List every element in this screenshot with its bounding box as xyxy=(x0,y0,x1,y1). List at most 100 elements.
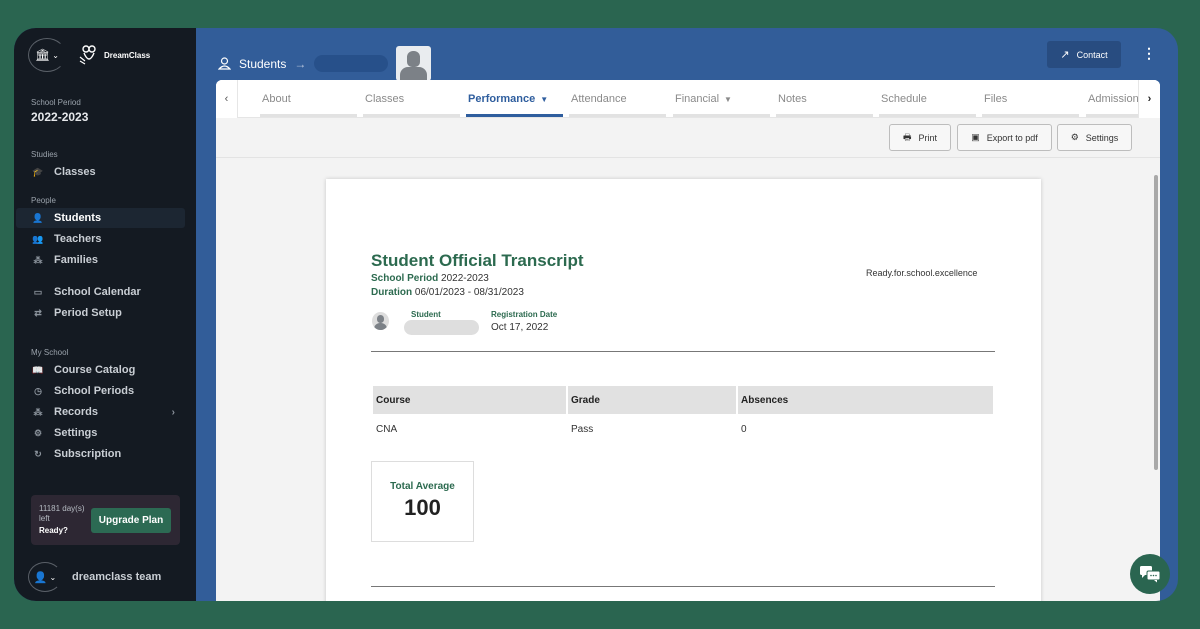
caret-down-icon: ▼ xyxy=(724,94,732,104)
scrollbar[interactable] xyxy=(1154,175,1158,470)
gear-icon: ⚙ xyxy=(1070,132,1079,142)
school-name: Ready.for.school.excellence xyxy=(866,268,978,278)
institution-icon: 🏛 xyxy=(35,48,51,62)
total-average-label: Total Average xyxy=(390,481,455,492)
book-icon: 📖 xyxy=(32,364,44,375)
calendar-icon: ▭ xyxy=(33,286,43,297)
student-avatar xyxy=(372,312,389,330)
chevron-left-icon: ‹ xyxy=(224,93,229,105)
student-name-redacted xyxy=(404,320,479,335)
tab-performance[interactable]: Performance ▼ xyxy=(466,80,563,118)
owl-logo-icon xyxy=(79,45,96,65)
tab-schedule[interactable]: Schedule xyxy=(879,80,976,118)
swap-icon: ⇄ xyxy=(34,307,42,318)
sidebar-item-families[interactable]: ⁂ Families xyxy=(16,250,185,270)
teacher-icon: 👥 xyxy=(32,233,44,244)
sidebar-item-records[interactable]: ⁂ Records › xyxy=(16,402,185,422)
tab-notes[interactable]: Notes xyxy=(776,80,873,118)
sidebar-item-period-setup[interactable]: ⇄ Period Setup xyxy=(16,303,185,323)
print-button[interactable]: 🖶 Print xyxy=(889,124,951,151)
sidebar: 🏛 ⌄ DreamClass School Period 2022-2023 S… xyxy=(14,28,196,601)
tab-financial[interactable]: Financial ▼ xyxy=(673,80,770,118)
cell-course: CNA xyxy=(376,423,398,435)
tab-bar: ‹ About Classes Performance ▼ Attendance … xyxy=(216,80,1160,118)
chat-bubbles-icon xyxy=(1140,566,1161,583)
registration-date-value: Oct 17, 2022 xyxy=(491,322,549,333)
clock-icon: ◷ xyxy=(34,385,42,396)
transcript-duration: Duration 06/01/2023 - 08/31/2023 xyxy=(371,287,524,298)
cell-absences: 0 xyxy=(741,423,747,435)
tabs-scroll-right[interactable]: › xyxy=(1138,80,1160,118)
upgrade-plan-button[interactable]: Upgrade Plan xyxy=(91,508,171,533)
sidebar-item-students[interactable]: 👤 Students xyxy=(16,208,185,228)
export-pdf-button[interactable]: ▣ Export to pdf xyxy=(957,124,1052,151)
refresh-icon: ↻ xyxy=(34,448,42,459)
school-period-value[interactable]: 2022-2023 xyxy=(31,110,88,124)
arrow-up-right-icon: ↗ xyxy=(1060,49,1070,61)
total-average-value: 100 xyxy=(404,495,441,520)
settings-button[interactable]: ⚙ Settings xyxy=(1057,124,1132,151)
more-options-icon[interactable]: ⋮ xyxy=(1142,46,1156,60)
courses-table: Course Grade Absences CNA Pass 0 xyxy=(371,386,995,444)
contact-button[interactable]: ↗ Contact xyxy=(1047,41,1121,68)
gear-icon: ⚙ xyxy=(33,427,43,438)
user-outline-icon xyxy=(218,57,231,70)
column-header-course: Course xyxy=(373,386,566,414)
chevron-right-icon: › xyxy=(1147,93,1152,105)
section-people: People xyxy=(31,196,56,205)
breadcrumb-students[interactable]: Students xyxy=(239,57,286,71)
ready-label: Ready? xyxy=(39,526,68,535)
cell-grade: Pass xyxy=(571,423,594,435)
divider xyxy=(371,351,995,352)
section-my-school: My School xyxy=(31,348,69,357)
tab-about[interactable]: About xyxy=(260,80,357,118)
tab-classes[interactable]: Classes xyxy=(363,80,460,118)
user-icon: 👤 xyxy=(33,571,48,584)
table-row: CNA Pass 0 xyxy=(373,414,993,444)
tab-attendance[interactable]: Attendance xyxy=(569,80,666,118)
chat-button[interactable] xyxy=(1130,554,1170,594)
group-icon: ⁂ xyxy=(33,406,43,417)
column-header-grade: Grade xyxy=(568,386,736,414)
transcript-school-period: School Period 2022-2023 xyxy=(371,273,489,284)
tabs-scroll-left[interactable]: ‹ xyxy=(216,80,238,118)
sidebar-item-settings[interactable]: ⚙ Settings xyxy=(16,423,185,443)
printer-icon: 🖶 xyxy=(902,131,912,142)
transcript-title: Student Official Transcript xyxy=(371,251,584,270)
app-window: 🏛 ⌄ DreamClass School Period 2022-2023 S… xyxy=(14,28,1178,601)
sidebar-item-subscription[interactable]: ↻ Subscription xyxy=(16,444,185,464)
school-period-label: School Period xyxy=(31,98,81,107)
divider xyxy=(371,586,995,587)
main-panel: ‹ About Classes Performance ▼ Attendance … xyxy=(216,80,1160,601)
caret-down-icon: ▼ xyxy=(540,94,549,104)
student-label: Student xyxy=(411,310,441,319)
table-header-row: Course Grade Absences xyxy=(373,386,993,414)
chevron-down-icon: ⌄ xyxy=(49,572,57,582)
pdf-icon: ▣ xyxy=(971,132,980,142)
sidebar-item-course-catalog[interactable]: 📖 Course Catalog xyxy=(16,360,185,380)
toolbar: 🖶 Print ▣ Export to pdf ⚙ Settings xyxy=(216,118,1160,158)
family-icon: ⁂ xyxy=(33,254,43,265)
sidebar-item-school-periods[interactable]: ◷ School Periods xyxy=(16,381,185,401)
logo[interactable]: DreamClass xyxy=(78,43,150,67)
breadcrumb: Students → xyxy=(218,46,432,81)
arrow-right-icon: → xyxy=(294,56,307,71)
sidebar-item-teachers[interactable]: 👥 Teachers xyxy=(16,229,185,249)
sidebar-item-classes[interactable]: 🎓 Classes xyxy=(16,162,185,182)
sidebar-item-school-calendar[interactable]: ▭ School Calendar xyxy=(16,282,185,302)
column-header-absences: Absences xyxy=(738,386,993,414)
tab-files[interactable]: Files xyxy=(982,80,1079,118)
chevron-right-icon: › xyxy=(171,406,175,418)
user-menu[interactable]: 👤 ⌄ dreamclass team xyxy=(28,562,161,592)
chevron-down-icon: ⌄ xyxy=(52,50,59,60)
days-left: 11181 day(s) left xyxy=(39,504,85,523)
upgrade-card: 11181 day(s) left Ready? Upgrade Plan xyxy=(31,495,180,545)
student-photo xyxy=(396,46,432,81)
total-average-card: Total Average 100 xyxy=(371,461,474,542)
section-studies: Studies xyxy=(31,150,58,159)
brand-name: DreamClass xyxy=(104,50,151,60)
student-name-redacted xyxy=(314,55,389,72)
institution-switcher[interactable]: 🏛 ⌄ xyxy=(28,38,66,72)
user-icon: 👤 xyxy=(32,212,44,223)
user-name: dreamclass team xyxy=(72,571,162,583)
